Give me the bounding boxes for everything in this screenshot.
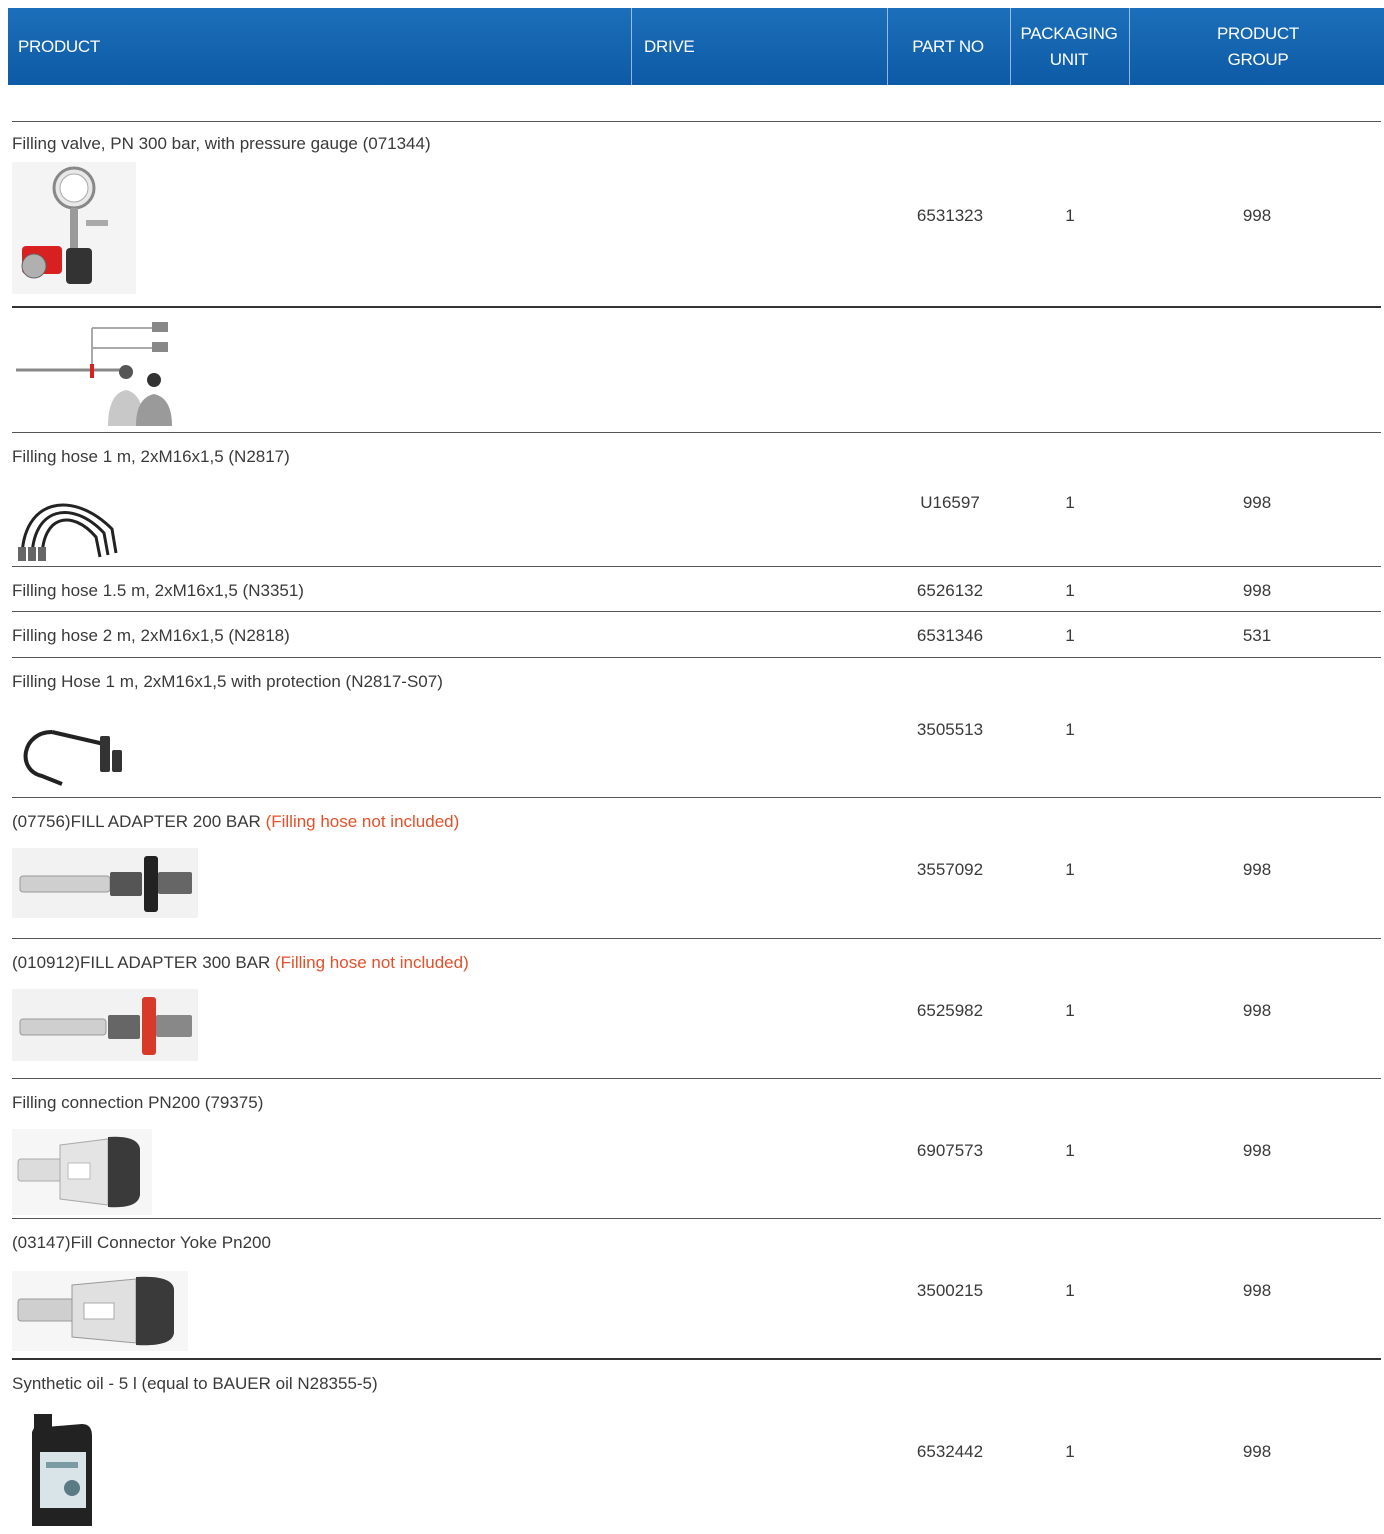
header-packaging-line2: UNIT: [1049, 49, 1089, 69]
part-no: 6526132: [916, 581, 984, 600]
product-group: 998: [1242, 1442, 1272, 1461]
table-row: Filling Hose 1 m, 2xM16x1,5 with protect…: [12, 658, 1381, 797]
part-no: 6525982: [916, 1001, 984, 1020]
part-no: 3505513: [916, 720, 984, 739]
product-name: Filling valve, PN 300 bar, with pressure…: [12, 134, 431, 153]
part-no: 6907573: [916, 1141, 984, 1160]
packaging-unit: 1: [1065, 1281, 1075, 1300]
header-packaging-unit: PACKAGING UNIT: [1011, 8, 1127, 85]
table-row: (03147)Fill Connector Yoke Pn200 3500215…: [12, 1219, 1381, 1358]
product-group: 998: [1242, 581, 1272, 600]
header-product: PRODUCT: [18, 36, 100, 56]
adapter-200-image: [12, 848, 198, 918]
table-row: Filling connection PN200 (79375) 6907573…: [12, 1079, 1381, 1218]
product-name: Filling hose 1.5 m, 2xM16x1,5 (N3351): [12, 581, 304, 600]
part-no: U16597: [920, 493, 980, 512]
filling-hoses-image: [12, 479, 130, 565]
header-divider: [631, 8, 632, 85]
packaging-unit: 1: [1065, 1001, 1075, 1020]
product-group: 531: [1242, 626, 1272, 645]
product-name: (07756)FILL ADAPTER 200 BAR (Filling hos…: [12, 812, 459, 832]
product-name-text: (07756)FILL ADAPTER 200 BAR: [12, 812, 266, 831]
table-row: Filling hose 1 m, 2xM16x1,5 (N2817) U165…: [12, 433, 1381, 566]
oil-canister-image: [12, 1408, 112, 1532]
product-group: 998: [1242, 206, 1272, 225]
packaging-unit: 1: [1065, 626, 1075, 645]
product-group: 998: [1242, 860, 1272, 879]
product-name: (03147)Fill Connector Yoke Pn200: [12, 1233, 271, 1252]
table-row: Synthetic oil - 5 l (equal to BAUER oil …: [12, 1360, 1381, 1534]
header-group-line1: PRODUCT: [1217, 23, 1299, 43]
product-name: Filling Hose 1 m, 2xM16x1,5 with protect…: [12, 672, 443, 691]
header-product-group: PRODUCT GROUP: [1130, 8, 1384, 85]
packaging-unit: 1: [1065, 720, 1075, 739]
table-row: (07756)FILL ADAPTER 200 BAR (Filling hos…: [12, 798, 1381, 937]
part-no: 6531323: [916, 206, 984, 225]
table-row: (010912)FILL ADAPTER 300 BAR (Filling ho…: [12, 939, 1381, 1078]
packaging-unit: 1: [1065, 493, 1075, 512]
filling-connection-image: [12, 1129, 152, 1215]
packaging-unit: 1: [1065, 1442, 1075, 1461]
part-no: 6532442: [916, 1442, 984, 1461]
packaging-unit: 1: [1065, 860, 1075, 879]
product-note: (Filling hose not included): [275, 953, 469, 972]
table-row: Filling hose 1.5 m, 2xM16x1,5 (N3351) 65…: [12, 567, 1381, 611]
filling-valve-gauge-image: [12, 162, 136, 294]
product-group: 998: [1242, 1141, 1272, 1160]
yoke-connector-image: [12, 1271, 188, 1351]
table-header: PRODUCT DRIVE PART NO PACKAGING UNIT PRO…: [8, 8, 1384, 85]
header-packaging-line1: PACKAGING: [1020, 23, 1118, 43]
product-group: 998: [1242, 1001, 1272, 1020]
product-name: Filling hose 2 m, 2xM16x1,5 (N2818): [12, 626, 290, 645]
packaging-unit: 1: [1065, 581, 1075, 600]
filling-diagram-image: [12, 314, 198, 426]
packaging-unit: 1: [1065, 1141, 1075, 1160]
product-note: (Filling hose not included): [265, 812, 460, 831]
part-no: 3557092: [916, 860, 984, 879]
product-name: Filling connection PN200 (79375): [12, 1093, 264, 1112]
table-row: Filling valve, PN 300 bar, with pressure…: [12, 122, 1381, 306]
header-group-line2: GROUP: [1227, 49, 1289, 69]
header-part-no: PART NO: [912, 36, 984, 56]
header-drive: DRIVE: [644, 36, 695, 56]
adapter-300-image: [12, 989, 198, 1061]
table-row: [12, 308, 1381, 432]
part-no: 6531346: [916, 626, 984, 645]
product-group: 998: [1242, 493, 1272, 512]
product-name: Synthetic oil - 5 l (equal to BAUER oil …: [12, 1374, 378, 1393]
product-group: 998: [1242, 1281, 1272, 1300]
product-name-text: (010912)FILL ADAPTER 300 BAR: [12, 953, 276, 972]
product-name: Filling hose 1 m, 2xM16x1,5 (N2817): [12, 447, 290, 466]
product-name: (010912)FILL ADAPTER 300 BAR (Filling ho…: [12, 953, 469, 973]
part-no: 3500215: [916, 1281, 984, 1300]
hose-protection-image: [12, 710, 132, 794]
table-row: Filling hose 2 m, 2xM16x1,5 (N2818) 6531…: [12, 612, 1381, 656]
packaging-unit: 1: [1065, 206, 1075, 225]
